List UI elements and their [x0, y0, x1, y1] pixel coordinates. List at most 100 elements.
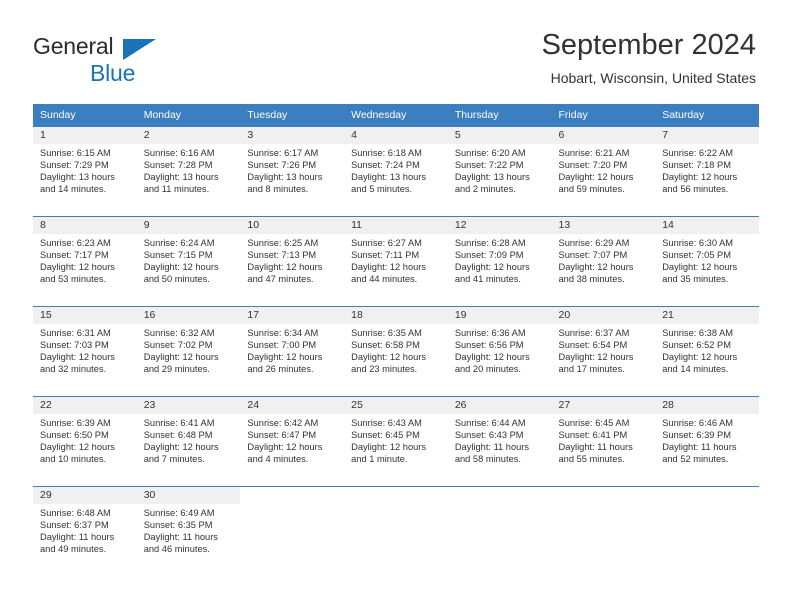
calendar-day-cell[interactable]: 1 Sunrise: 6:15 AM Sunset: 7:29 PM Daylight… [33, 126, 137, 217]
day-details: Sunrise: 6:46 AM Sunset: 6:39 PM Daylight:… [655, 414, 759, 465]
day-number [655, 487, 759, 504]
calendar-day-cell[interactable]: 25 Sunrise: 6:43 AM Sunset: 6:45 PM Dayligh… [344, 396, 448, 487]
day-number: 9 [136, 217, 241, 234]
calendar-day-cell[interactable]: 19 Sunrise: 6:36 AM Sunset: 6:56 PM Dayligh… [447, 306, 552, 397]
calendar-day-cell[interactable]: 8 Sunrise: 6:23 AM Sunset: 7:17 PM Daylight… [33, 216, 137, 307]
calendar-day-cell[interactable]: 27 Sunrise: 6:45 AM Sunset: 6:41 PM Dayligh… [551, 396, 656, 487]
detail-daylight-line2: and 59 minutes. [558, 184, 625, 195]
detail-sunrise: Sunrise: 6:38 AM [662, 328, 734, 338]
day-number: 1 [33, 127, 137, 144]
calendar-day-cell[interactable]: 11 Sunrise: 6:27 AM Sunset: 7:11 PM Dayligh… [344, 216, 448, 307]
detail-daylight-line1: Daylight: 12 hours [40, 262, 115, 273]
calendar-day-cell[interactable]: 10 Sunrise: 6:25 AM Sunset: 7:13 PM Dayligh… [240, 216, 345, 307]
day-details: Sunrise: 6:37 AM Sunset: 6:54 PM Daylight:… [552, 324, 656, 375]
detail-daylight-line1: Daylight: 13 hours [247, 172, 323, 183]
detail-sunset: Sunset: 7:18 PM [662, 160, 731, 171]
calendar-day-cell[interactable]: 30 Sunrise: 6:49 AM Sunset: 6:35 PM Dayligh… [136, 486, 241, 577]
detail-sunrise: Sunrise: 6:23 AM [40, 238, 111, 248]
calendar-day-cell[interactable]: 4 Sunrise: 6:18 AM Sunset: 7:24 PM Daylight… [344, 126, 448, 217]
day-number: 21 [655, 307, 759, 324]
detail-sunset: Sunset: 6:39 PM [662, 430, 731, 441]
detail-sunset: Sunset: 6:54 PM [558, 340, 628, 351]
detail-daylight-line1: Daylight: 12 hours [662, 352, 738, 363]
detail-sunrise: Sunrise: 6:39 AM [40, 418, 111, 428]
day-number: 14 [655, 217, 759, 234]
detail-daylight-line1: Daylight: 12 hours [558, 352, 634, 363]
calendar-day-cell[interactable]: 21 Sunrise: 6:38 AM Sunset: 6:52 PM Dayligh… [655, 306, 759, 397]
day-cell-inner: 12 Sunrise: 6:28 AM Sunset: 7:09 PM Dayligh… [447, 217, 552, 306]
detail-sunrise: Sunrise: 6:35 AM [351, 328, 422, 338]
day-details: Sunrise: 6:39 AM Sunset: 6:50 PM Daylight:… [33, 414, 137, 465]
page-subtitle: Hobart, Wisconsin, United States [550, 70, 756, 86]
calendar-day-cell[interactable]: 23 Sunrise: 6:41 AM Sunset: 6:48 PM Dayligh… [136, 396, 241, 487]
calendar-day-cell[interactable]: 5 Sunrise: 6:20 AM Sunset: 7:22 PM Daylight… [447, 126, 552, 217]
detail-daylight-line1: Daylight: 12 hours [662, 172, 738, 183]
brand-logo[interactable]: General Blue [33, 33, 193, 87]
detail-daylight-line1: Daylight: 12 hours [558, 262, 634, 273]
detail-sunset: Sunset: 7:20 PM [558, 160, 628, 171]
detail-sunrise: Sunrise: 6:41 AM [143, 418, 215, 428]
day-cell-inner: 18 Sunrise: 6:35 AM Sunset: 6:58 PM Dayligh… [344, 307, 448, 396]
day-details: Sunrise: 6:20 AM Sunset: 7:22 PM Daylight:… [448, 144, 552, 195]
day-number: 15 [33, 307, 137, 324]
detail-sunset: Sunset: 7:13 PM [247, 250, 317, 261]
day-cell-inner [448, 487, 552, 577]
calendar-day-cell[interactable]: 20 Sunrise: 6:37 AM Sunset: 6:54 PM Dayligh… [551, 306, 656, 397]
detail-sunset: Sunset: 6:45 PM [351, 430, 420, 441]
calendar-day-cell[interactable]: 9 Sunrise: 6:24 AM Sunset: 7:15 PM Daylight… [136, 216, 241, 307]
day-details: Sunrise: 6:32 AM Sunset: 7:02 PM Daylight:… [137, 324, 241, 375]
logo-text-blue: Blue [90, 60, 136, 86]
day-cell-inner: 26 Sunrise: 6:44 AM Sunset: 6:43 PM Dayligh… [447, 397, 552, 486]
calendar-day-cell[interactable]: 12 Sunrise: 6:28 AM Sunset: 7:09 PM Dayligh… [447, 216, 552, 307]
weekday-header-wednesday: Wednesday [344, 104, 448, 127]
day-details: Sunrise: 6:15 AM Sunset: 7:29 PM Daylight:… [33, 144, 137, 195]
day-cell-inner: 27 Sunrise: 6:45 AM Sunset: 6:41 PM Dayligh… [551, 397, 656, 486]
calendar-day-cell[interactable]: 16 Sunrise: 6:32 AM Sunset: 7:02 PM Dayligh… [136, 306, 241, 397]
calendar-day-cell[interactable]: 18 Sunrise: 6:35 AM Sunset: 6:58 PM Dayligh… [344, 306, 448, 397]
calendar-day-cell[interactable]: 26 Sunrise: 6:44 AM Sunset: 6:43 PM Dayligh… [447, 396, 552, 487]
calendar-day-cell[interactable]: 13 Sunrise: 6:29 AM Sunset: 7:07 PM Dayligh… [551, 216, 656, 307]
day-cell-inner: 8 Sunrise: 6:23 AM Sunset: 7:17 PM Daylight… [33, 217, 137, 306]
day-details: Sunrise: 6:41 AM Sunset: 6:48 PM Daylight:… [137, 414, 241, 465]
day-details: Sunrise: 6:25 AM Sunset: 7:13 PM Daylight:… [240, 234, 344, 285]
detail-daylight-line1: Daylight: 12 hours [351, 352, 427, 363]
detail-daylight-line1: Daylight: 12 hours [247, 352, 323, 363]
day-details: Sunrise: 6:27 AM Sunset: 7:11 PM Daylight:… [344, 234, 448, 285]
calendar-day-cell[interactable]: 3 Sunrise: 6:17 AM Sunset: 7:26 PM Daylight… [240, 126, 345, 217]
detail-sunrise: Sunrise: 6:25 AM [247, 238, 319, 248]
day-cell-inner: 16 Sunrise: 6:32 AM Sunset: 7:02 PM Dayligh… [136, 307, 241, 396]
day-cell-inner: 9 Sunrise: 6:24 AM Sunset: 7:15 PM Daylight… [136, 217, 241, 306]
detail-sunrise: Sunrise: 6:18 AM [351, 148, 422, 158]
calendar-day-cell[interactable]: 6 Sunrise: 6:21 AM Sunset: 7:20 PM Daylight… [551, 126, 656, 217]
day-details: Sunrise: 6:29 AM Sunset: 7:07 PM Daylight:… [552, 234, 656, 285]
calendar-day-cell[interactable]: 28 Sunrise: 6:46 AM Sunset: 6:39 PM Dayligh… [655, 396, 759, 487]
day-details [552, 504, 656, 507]
detail-daylight-line2: and 32 minutes. [40, 364, 107, 375]
day-number: 26 [447, 397, 552, 414]
calendar-day-cell[interactable]: 17 Sunrise: 6:34 AM Sunset: 7:00 PM Dayligh… [240, 306, 345, 397]
day-cell-inner [344, 487, 448, 577]
detail-sunrise: Sunrise: 6:22 AM [662, 148, 734, 158]
detail-daylight-line1: Daylight: 13 hours [143, 172, 219, 183]
detail-sunset: Sunset: 7:02 PM [143, 340, 213, 351]
calendar-day-cell[interactable]: 14 Sunrise: 6:30 AM Sunset: 7:05 PM Dayligh… [655, 216, 759, 307]
calendar-day-cell[interactable]: 24 Sunrise: 6:42 AM Sunset: 6:47 PM Dayligh… [240, 396, 345, 487]
detail-sunrise: Sunrise: 6:27 AM [351, 238, 422, 248]
day-number: 17 [240, 307, 345, 324]
detail-sunset: Sunset: 6:47 PM [247, 430, 317, 441]
detail-daylight-line1: Daylight: 11 hours [558, 442, 633, 453]
calendar-day-cell[interactable]: 7 Sunrise: 6:22 AM Sunset: 7:18 PM Daylight… [655, 126, 759, 217]
detail-sunset: Sunset: 7:22 PM [454, 160, 524, 171]
calendar-day-cell[interactable]: 2 Sunrise: 6:16 AM Sunset: 7:28 PM Daylight… [136, 126, 241, 217]
calendar-day-cell[interactable]: 29 Sunrise: 6:48 AM Sunset: 6:37 PM Dayligh… [33, 486, 137, 577]
day-cell-inner [552, 487, 656, 577]
calendar-day-cell[interactable]: 22 Sunrise: 6:39 AM Sunset: 6:50 PM Dayligh… [33, 396, 137, 487]
detail-daylight-line1: Daylight: 13 hours [454, 172, 530, 183]
day-details: Sunrise: 6:43 AM Sunset: 6:45 PM Daylight:… [344, 414, 448, 465]
calendar-day-cell[interactable]: 15 Sunrise: 6:31 AM Sunset: 7:03 PM Dayligh… [33, 306, 137, 397]
detail-sunrise: Sunrise: 6:34 AM [247, 328, 319, 338]
day-cell-inner: 5 Sunrise: 6:20 AM Sunset: 7:22 PM Daylight… [447, 127, 552, 216]
day-details: Sunrise: 6:17 AM Sunset: 7:26 PM Daylight:… [240, 144, 344, 195]
day-cell-inner: 10 Sunrise: 6:25 AM Sunset: 7:13 PM Dayligh… [240, 217, 345, 306]
detail-daylight-line1: Daylight: 11 hours [454, 442, 530, 453]
